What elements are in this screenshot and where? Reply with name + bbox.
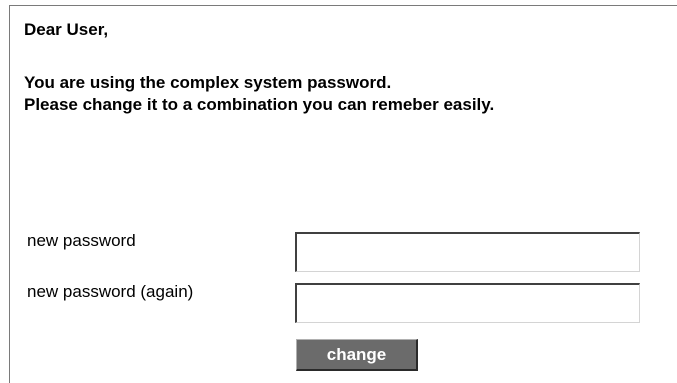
new-password-again-label: new password (again) [27, 282, 194, 301]
new-password-input[interactable] [295, 232, 640, 272]
new-password-label: new password [27, 231, 136, 250]
password-change-panel: Dear User, You are using the complex sys… [9, 5, 677, 383]
change-instruction-text: Please change it to a combination you ca… [24, 95, 495, 114]
change-button[interactable]: change [296, 339, 418, 371]
system-password-notice: You are using the complex system passwor… [24, 73, 392, 92]
greeting-text: Dear User, [24, 20, 109, 39]
new-password-again-input[interactable] [295, 283, 640, 323]
